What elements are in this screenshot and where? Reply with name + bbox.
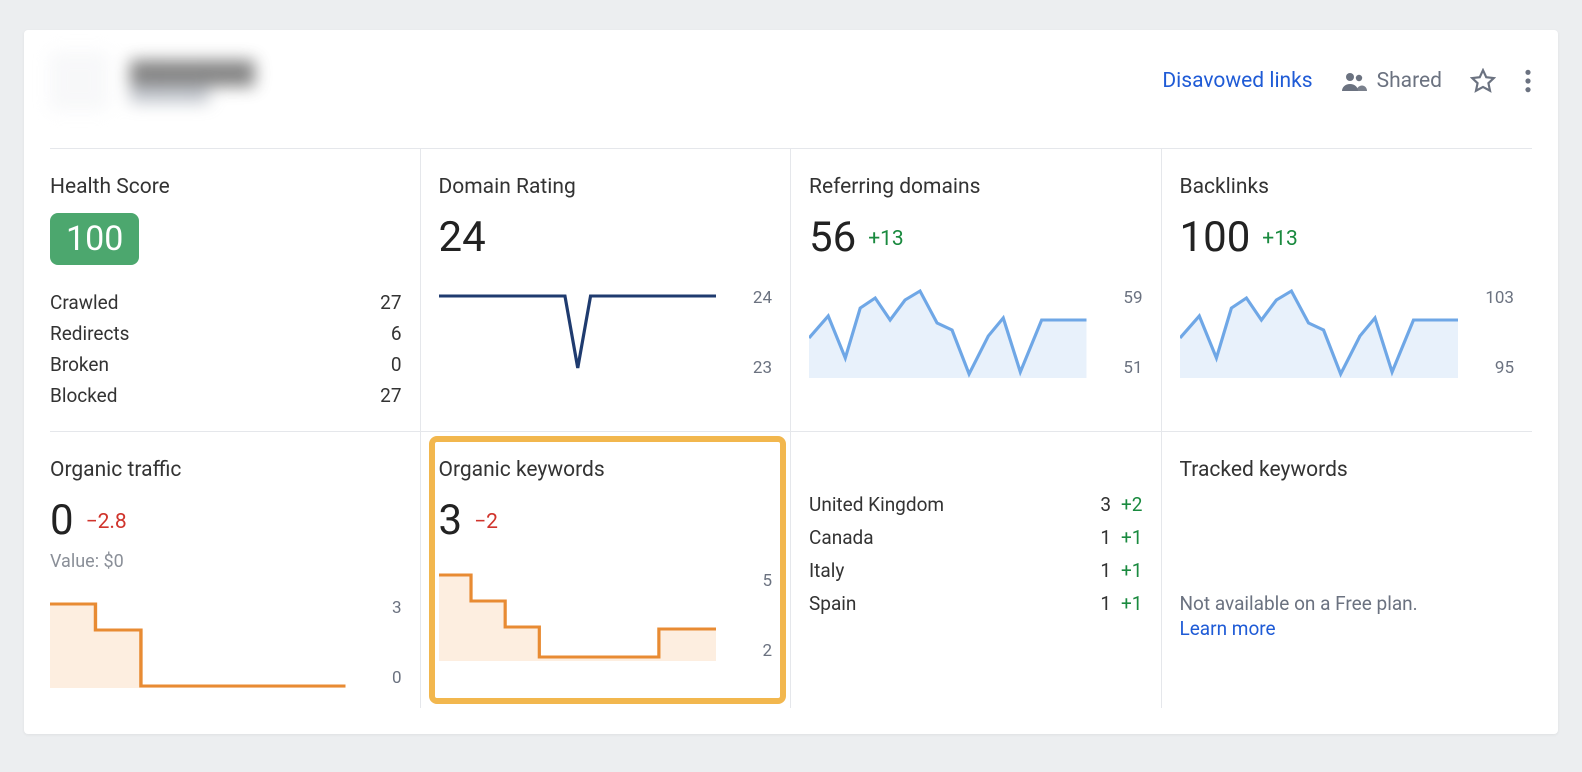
project-title: ████████ xyxy=(130,60,255,86)
shared-button[interactable]: Shared xyxy=(1341,69,1442,93)
backlinks-title: Backlinks xyxy=(1180,175,1515,199)
organic-keywords-axis: 5 2 xyxy=(728,571,772,661)
metrics-row-2: Organic traffic 0 −2.8 Value: $0 3 0 xyxy=(50,432,1532,708)
tracked-keywords-title: Tracked keywords xyxy=(1180,458,1515,482)
disavowed-links-link[interactable]: Disavowed links xyxy=(1162,69,1312,93)
tracked-keywords-unavailable: Not available on a Free plan. xyxy=(1180,592,1515,615)
organic-traffic-sparkline xyxy=(50,598,346,688)
list-item: Redirects6 xyxy=(50,318,402,349)
referring-domains-axis: 59 51 xyxy=(1099,288,1143,378)
organic-traffic-subtext: Value: $0 xyxy=(50,551,402,572)
more-icon[interactable] xyxy=(1524,68,1532,94)
project-logo xyxy=(50,52,108,110)
header: ████████ ████████ Disavowed links Shared xyxy=(50,30,1532,149)
domain-rating-title: Domain Rating xyxy=(439,175,773,199)
organic-traffic-delta: −2.8 xyxy=(86,510,127,534)
backlinks-sparkline xyxy=(1180,288,1459,378)
learn-more-link[interactable]: Learn more xyxy=(1180,617,1276,640)
list-item: United Kingdom3+2 xyxy=(809,488,1143,521)
organic-traffic-card[interactable]: Organic traffic 0 −2.8 Value: $0 3 0 xyxy=(50,432,421,708)
dashboard-card: ████████ ████████ Disavowed links Shared… xyxy=(24,30,1558,734)
shared-label: Shared xyxy=(1377,69,1442,93)
tracked-keywords-card: Tracked keywords Not available on a Free… xyxy=(1162,432,1533,708)
list-item: Broken0 xyxy=(50,349,402,380)
referring-domains-value: 56 xyxy=(809,213,856,262)
organic-traffic-axis: 3 0 xyxy=(358,598,402,688)
backlinks-delta: +13 xyxy=(1262,227,1298,251)
backlinks-axis: 103 95 xyxy=(1470,288,1514,378)
domain-rating-sparkline xyxy=(439,288,717,378)
keywords-by-country[interactable]: United Kingdom3+2 Canada1+1 Italy1+1 Spa… xyxy=(791,432,1162,708)
organic-keywords-value: 3 xyxy=(439,496,463,545)
domain-rating-value: 24 xyxy=(439,213,486,262)
health-score-badge: 100 xyxy=(50,213,139,265)
star-icon[interactable] xyxy=(1470,68,1496,94)
project-subtitle: ████████ xyxy=(130,86,255,103)
list-item: Canada1+1 xyxy=(809,521,1143,554)
referring-domains-sparkline xyxy=(809,288,1087,378)
organic-keywords-title: Organic keywords xyxy=(439,458,773,482)
health-score-title: Health Score xyxy=(50,175,402,199)
organic-keywords-card[interactable]: Organic keywords 3 −2 5 2 xyxy=(421,432,792,708)
organic-traffic-title: Organic traffic xyxy=(50,458,402,482)
health-score-card[interactable]: Health Score 100 Crawled27 Redirects6 Br… xyxy=(50,149,421,431)
referring-domains-card[interactable]: Referring domains 56 +13 59 51 xyxy=(791,149,1162,431)
list-item: Spain1+1 xyxy=(809,587,1143,620)
backlinks-value: 100 xyxy=(1180,213,1251,262)
list-item: Italy1+1 xyxy=(809,554,1143,587)
list-item: Blocked27 xyxy=(50,380,402,411)
organic-keywords-delta: −2 xyxy=(474,510,498,534)
header-actions: Disavowed links Shared xyxy=(1162,68,1532,94)
organic-traffic-value: 0 xyxy=(50,496,74,545)
organic-keywords-sparkline xyxy=(439,571,717,661)
list-item: Crawled27 xyxy=(50,287,402,318)
project-identity: ████████ ████████ xyxy=(50,52,255,110)
referring-domains-delta: +13 xyxy=(868,227,904,251)
referring-domains-title: Referring domains xyxy=(809,175,1143,199)
health-stats-list: Crawled27 Redirects6 Broken0 Blocked27 xyxy=(50,287,402,411)
domain-rating-axis: 24 23 xyxy=(728,288,772,378)
metrics-row-1: Health Score 100 Crawled27 Redirects6 Br… xyxy=(50,149,1532,432)
backlinks-card[interactable]: Backlinks 100 +13 103 95 xyxy=(1162,149,1533,431)
domain-rating-card[interactable]: Domain Rating 24 24 23 xyxy=(421,149,792,431)
people-icon xyxy=(1341,71,1367,91)
